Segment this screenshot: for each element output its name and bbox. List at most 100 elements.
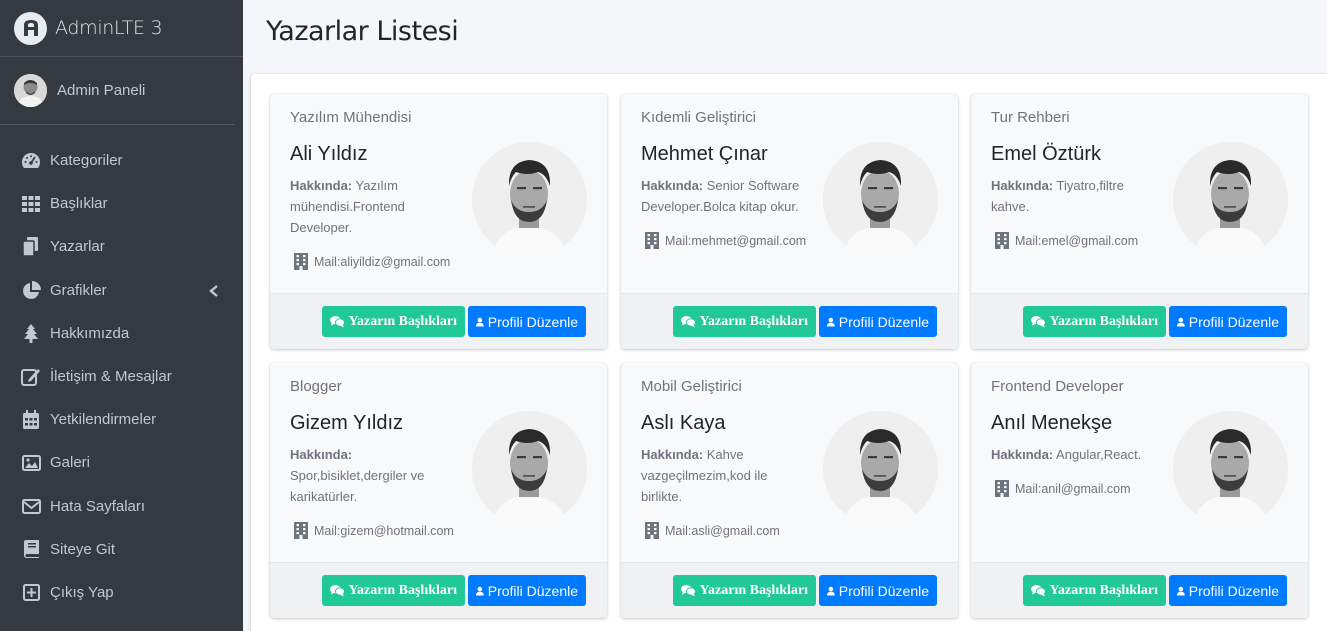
book-icon (20, 539, 42, 559)
building-icon (645, 522, 659, 539)
sidebar-item-label: Hata Sayfaları (50, 497, 146, 515)
card-footer: Yazarın Başlıkları Profili Düzenle (621, 293, 958, 349)
edit-profile-button[interactable]: Profili Düzenle (468, 575, 586, 606)
comments-icon (1031, 316, 1046, 328)
sidebar-item-hata-sayfalari[interactable]: Hata Sayfaları (0, 485, 243, 528)
brand-link[interactable]: AdminLTE 3 (0, 0, 243, 57)
posts-label: Yazarın Başlıkları (699, 582, 808, 598)
brand-text: AdminLTE 3 (55, 17, 163, 39)
sidebar-item-iletisim[interactable]: İletişim & Mesajlar (0, 355, 243, 398)
mail-text: Mail:aliyildiz@gmail.com (314, 254, 451, 269)
sidebar-item-label: Kategoriler (50, 152, 123, 170)
author-about: Hakkında: Kahve vazgeçilmezim,kod ile bi… (641, 444, 811, 507)
edit-profile-button[interactable]: Profili Düzenle (819, 306, 937, 337)
card-footer: Yazarın Başlıkları Profili Düzenle (270, 293, 607, 349)
tachometer-icon (20, 151, 42, 171)
building-icon (645, 232, 659, 249)
tree-icon (20, 323, 42, 343)
sidebar-item-cikis-yap[interactable]: Çıkış Yap (0, 571, 243, 614)
author-role: Blogger (290, 378, 342, 395)
author-mail: Mail:gizem@hotmail.com (294, 522, 454, 539)
author-posts-button[interactable]: Yazarın Başlıkları (673, 575, 816, 606)
building-icon (294, 522, 308, 539)
sidebar-item-kategoriler[interactable]: Kategoriler (0, 139, 243, 182)
posts-label: Yazarın Başlıkları (1049, 313, 1158, 329)
building-icon (995, 480, 1009, 497)
mail-text: Mail:asli@gmail.com (665, 523, 780, 538)
author-name: Anıl Menekşe (991, 412, 1113, 434)
author-posts-button[interactable]: Yazarın Başlıkları (673, 306, 816, 337)
author-photo (472, 411, 587, 526)
author-mail: Mail:asli@gmail.com (645, 522, 780, 539)
edit-profile-button[interactable]: Profili Düzenle (819, 575, 937, 606)
sidebar-item-basliklar[interactable]: Başlıklar (0, 182, 243, 225)
author-name: Emel Öztürk (991, 143, 1102, 165)
user-icon (827, 317, 835, 327)
author-mail: Mail:emel@gmail.com (995, 232, 1138, 249)
sidebar-item-grafikler[interactable]: Grafikler (0, 269, 243, 312)
card-footer: Yazarın Başlıkları Profili Düzenle (971, 293, 1308, 349)
comments-icon (681, 316, 696, 328)
author-mail: Mail:aliyildiz@gmail.com (294, 253, 450, 270)
author-posts-button[interactable]: Yazarın Başlıkları (1023, 306, 1166, 337)
edit-profile-button[interactable]: Profili Düzenle (1169, 306, 1287, 337)
sidebar-item-yetkilendirmeler[interactable]: Yetkilendirmeler (0, 398, 243, 441)
sidebar-item-label: Siteye Git (50, 540, 116, 558)
mail-text: Mail:gizem@hotmail.com (314, 523, 454, 538)
brand-logo-icon (14, 11, 47, 45)
about-text: Angular,React. (1056, 447, 1142, 462)
sidebar-item-hakkimizda[interactable]: Hakkımızda (0, 312, 243, 355)
author-card: Blogger Gizem Yıldız Hakkında: Spor,bisi… (270, 363, 607, 618)
author-about: Hakkında: Tiyatro,filtre kahve. (991, 175, 1161, 217)
edit-label: Profili Düzenle (838, 582, 929, 599)
posts-label: Yazarın Başlıkları (699, 313, 808, 329)
author-about: Hakkında: Senior Software Developer.Bolc… (641, 175, 811, 217)
about-label: Hakkında: (290, 178, 353, 193)
user-icon (827, 586, 835, 596)
calendar-icon (20, 410, 42, 430)
edit-label: Profili Düzenle (1188, 313, 1279, 330)
user-icon (1177, 586, 1185, 596)
edit-label: Profili Düzenle (487, 313, 578, 330)
sidebar-item-label: Yetkilendirmeler (50, 411, 157, 429)
sidebar-item-yazarlar[interactable]: Yazarlar (0, 225, 243, 268)
about-label: Hakkında: (641, 447, 704, 462)
sidebar-item-galeri[interactable]: Galeri (0, 441, 243, 484)
card-footer: Yazarın Başlıkları Profili Düzenle (621, 562, 958, 618)
copy-icon (20, 237, 42, 257)
building-icon (294, 253, 308, 270)
avatar (14, 74, 47, 107)
sidebar-item-siteye-git[interactable]: Siteye Git (0, 528, 243, 571)
page-title: Yazarlar Listesi (266, 16, 459, 47)
user-icon (476, 317, 484, 327)
author-mail: Mail:anil@gmail.com (995, 480, 1131, 497)
author-card: Kıdemli Geliştirici Mehmet Çınar Hakkınd… (621, 94, 958, 349)
sidebar-item-label: İletişim & Mesajlar (50, 368, 172, 386)
comments-icon (330, 585, 345, 597)
sidebar-item-label: Başlıklar (50, 195, 108, 213)
author-role: Yazılım Mühendisi (290, 109, 412, 126)
posts-label: Yazarın Başlıkları (1049, 582, 1158, 598)
author-posts-button[interactable]: Yazarın Başlıkları (322, 306, 465, 337)
user-icon (476, 586, 484, 596)
author-posts-button[interactable]: Yazarın Başlıkları (1023, 575, 1166, 606)
mail-text: Mail:emel@gmail.com (1015, 233, 1139, 248)
edit-profile-button[interactable]: Profili Düzenle (1169, 575, 1287, 606)
image-icon (20, 453, 42, 473)
sidebar-item-label: Grafikler (50, 281, 107, 299)
author-name: Gizem Yıldız (290, 412, 403, 434)
author-photo (472, 142, 587, 257)
sidebar-item-label: Hakkımızda (50, 324, 130, 342)
author-about: Hakkında: Spor,bisiklet,dergiler ve kari… (290, 444, 460, 507)
author-posts-button[interactable]: Yazarın Başlıkları (322, 575, 465, 606)
author-mail: Mail:mehmet@gmail.com (645, 232, 806, 249)
grid-icon (20, 194, 42, 214)
edit-profile-button[interactable]: Profili Düzenle (468, 306, 586, 337)
author-card: Mobil Geliştirici Aslı Kaya Hakkında: Ka… (621, 363, 958, 618)
author-role: Mobil Geliştirici (641, 378, 742, 395)
user-name: Admin Paneli (57, 82, 146, 99)
user-panel[interactable]: Admin Paneli (0, 57, 235, 125)
edit-label: Profili Düzenle (1188, 582, 1279, 599)
content-header: Yazarlar Listesi (243, 0, 1327, 72)
envelope-icon (20, 496, 42, 516)
